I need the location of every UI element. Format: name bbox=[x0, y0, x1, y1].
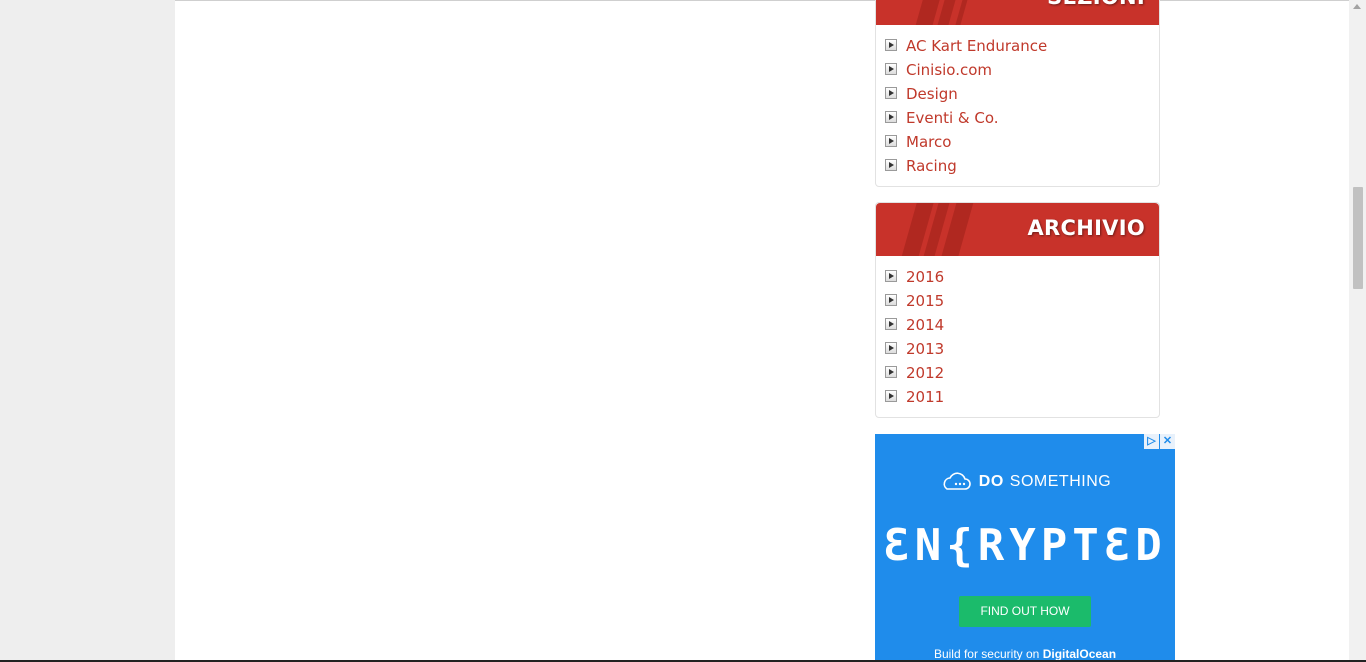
page-scrollbar[interactable] bbox=[1349, 0, 1366, 662]
arrow-bullet-icon bbox=[885, 317, 897, 330]
widget-sezioni: SEZIONI AC Kart Endurance Cinisio.com De… bbox=[875, 0, 1160, 187]
list-item: Eventi & Co. bbox=[885, 106, 1159, 130]
sezioni-list: AC Kart Endurance Cinisio.com Design Eve… bbox=[876, 25, 1159, 178]
list-item: 2014 bbox=[885, 313, 1159, 337]
archivio-link[interactable]: 2011 bbox=[906, 388, 944, 406]
ad-headline-bold: DO bbox=[978, 473, 1004, 490]
list-item: 2012 bbox=[885, 361, 1159, 385]
scroll-thumb[interactable] bbox=[1353, 187, 1363, 289]
sezioni-link[interactable]: Cinisio.com bbox=[906, 61, 992, 79]
arrow-bullet-icon bbox=[885, 62, 897, 75]
ad-big-text: ƐN{RYPTƐD bbox=[883, 520, 1167, 571]
list-item: AC Kart Endurance bbox=[885, 34, 1159, 58]
widget-title-sezioni: SEZIONI bbox=[1047, 0, 1145, 9]
widget-header-sezioni: SEZIONI bbox=[876, 0, 1159, 25]
arrow-bullet-icon bbox=[885, 293, 897, 306]
arrow-bullet-icon bbox=[885, 158, 897, 171]
arrow-bullet-icon bbox=[885, 269, 897, 282]
list-item: Cinisio.com bbox=[885, 58, 1159, 82]
widget-header-archivio: ARCHIVIO bbox=[876, 203, 1159, 256]
arrow-bullet-icon bbox=[885, 86, 897, 99]
list-item: 2013 bbox=[885, 337, 1159, 361]
archivio-list: 2016 2015 2014 2013 2012 2011 bbox=[876, 256, 1159, 409]
widget-title-archivio: ARCHIVIO bbox=[1027, 216, 1145, 240]
ad-footer: Build for security on DigitalOcean bbox=[875, 647, 1175, 661]
arrow-bullet-icon bbox=[885, 389, 897, 402]
ad-headline-rest: SOMETHING bbox=[1009, 473, 1112, 490]
sezioni-link[interactable]: AC Kart Endurance bbox=[906, 37, 1047, 55]
ad-footer-brand: DigitalOcean bbox=[1042, 647, 1117, 661]
arrow-bullet-icon bbox=[885, 38, 897, 51]
list-item: 2011 bbox=[885, 385, 1159, 409]
arrow-bullet-icon bbox=[885, 110, 897, 123]
ad-banner[interactable]: ▷ ✕ DO SOMETHING ƐN{RYPTƐD FIND OUT HOW … bbox=[875, 434, 1175, 662]
archivio-link[interactable]: 2016 bbox=[906, 268, 944, 286]
archivio-link[interactable]: 2012 bbox=[906, 364, 944, 382]
widget-archivio: ARCHIVIO 2016 2015 2014 2013 2012 2011 bbox=[875, 202, 1160, 418]
close-icon[interactable]: ✕ bbox=[1160, 434, 1175, 449]
cloud-icon bbox=[943, 472, 971, 490]
sezioni-link[interactable]: Eventi & Co. bbox=[906, 109, 999, 127]
adchoices-icon[interactable]: ▷ bbox=[1144, 434, 1159, 449]
arrow-bullet-icon bbox=[885, 365, 897, 378]
sezioni-link[interactable]: Racing bbox=[906, 157, 957, 175]
list-item: 2016 bbox=[885, 265, 1159, 289]
archivio-link[interactable]: 2014 bbox=[906, 316, 944, 334]
list-item: 2015 bbox=[885, 289, 1159, 313]
list-item: Racing bbox=[885, 154, 1159, 178]
arrow-bullet-icon bbox=[885, 341, 897, 354]
main-content-area bbox=[175, 1, 865, 662]
page-body: SEZIONI AC Kart Endurance Cinisio.com De… bbox=[175, 0, 1349, 662]
arrow-bullet-icon bbox=[885, 134, 897, 147]
list-item: Design bbox=[885, 82, 1159, 106]
ad-headline: DO SOMETHING bbox=[875, 472, 1175, 492]
scroll-up-arrow-icon[interactable] bbox=[1353, 4, 1361, 9]
sezioni-link[interactable]: Marco bbox=[906, 133, 951, 151]
archivio-link[interactable]: 2015 bbox=[906, 292, 944, 310]
find-out-how-button[interactable]: FIND OUT HOW bbox=[959, 596, 1091, 627]
archivio-link[interactable]: 2013 bbox=[906, 340, 944, 358]
list-item: Marco bbox=[885, 130, 1159, 154]
ad-controls: ▷ ✕ bbox=[1144, 434, 1175, 449]
ad-footer-text: Build for security on bbox=[933, 647, 1040, 661]
sezioni-link[interactable]: Design bbox=[906, 85, 958, 103]
